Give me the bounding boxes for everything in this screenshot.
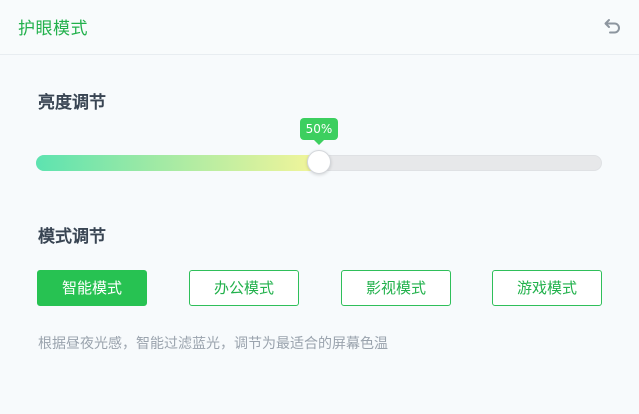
brightness-slider[interactable] (36, 150, 602, 174)
game-mode-button[interactable]: 游戏模式 (492, 270, 602, 306)
slider-thumb[interactable] (307, 150, 331, 174)
smart-mode-button[interactable]: 智能模式 (37, 270, 147, 306)
header-bar: 护眼模式 (0, 0, 639, 55)
slider-fill (36, 155, 319, 171)
brightness-label: 亮度调节 (38, 93, 106, 113)
back-button[interactable] (603, 16, 623, 36)
movie-mode-button[interactable]: 影视模式 (341, 270, 451, 306)
page-title: 护眼模式 (18, 19, 88, 39)
mode-button-group: 智能模式 办公模式 影视模式 游戏模式 (37, 270, 602, 306)
mode-description: 根据昼夜光感，智能过滤蓝光，调节为最适合的屏幕色温 (38, 336, 388, 352)
brightness-value-tooltip: 50% (300, 118, 338, 145)
mode-label: 模式调节 (38, 227, 106, 247)
undo-arrow-icon (604, 19, 620, 34)
eye-protection-panel: 护眼模式 亮度调节 50% 模式调节 智能模式 办公模式 影视模式 游戏模式 根… (0, 0, 639, 414)
office-mode-button[interactable]: 办公模式 (189, 270, 299, 306)
